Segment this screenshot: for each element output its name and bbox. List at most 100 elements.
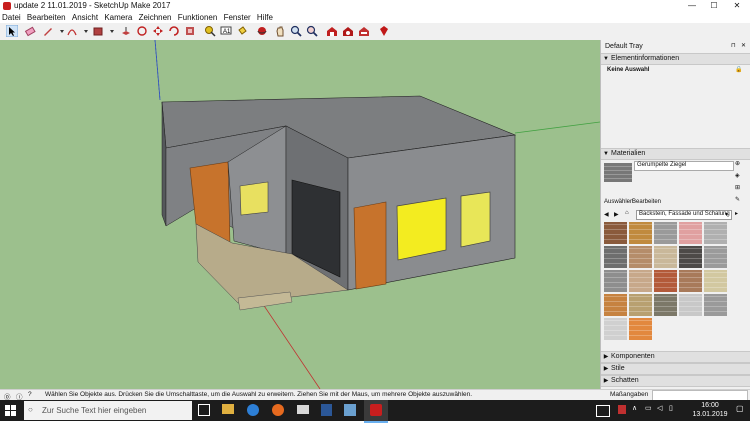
material-swatch[interactable]: [654, 222, 677, 244]
tray-close-icon[interactable]: ✕: [741, 42, 746, 49]
notifications-icon[interactable]: ▢: [736, 404, 744, 413]
material-swatch[interactable]: [654, 294, 677, 316]
rectangle-dropdown-icon[interactable]: [106, 25, 118, 37]
materials-header[interactable]: ▼ Materialien: [601, 148, 750, 160]
tab-auswaehlen[interactable]: Auswählen: [604, 199, 633, 205]
tape-measure-icon[interactable]: [204, 25, 216, 37]
material-swatch[interactable]: [604, 318, 627, 340]
windows-start-icon[interactable]: [5, 405, 16, 416]
zoom-icon[interactable]: [290, 25, 302, 37]
rectangle-icon[interactable]: [92, 25, 104, 37]
details-icon[interactable]: ▸: [735, 210, 738, 217]
material-swatch[interactable]: [679, 222, 702, 244]
menu-fenster[interactable]: Fenster: [222, 12, 253, 23]
material-swatch[interactable]: [604, 270, 627, 292]
pan-icon[interactable]: [274, 25, 286, 37]
rotate-icon[interactable]: [136, 25, 148, 37]
material-swatch[interactable]: [604, 246, 627, 268]
entity-info-pin-icon[interactable]: 🔒: [735, 66, 742, 73]
network-icon[interactable]: ▭: [645, 404, 652, 412]
layout-icon[interactable]: [358, 25, 370, 37]
material-swatch[interactable]: [654, 246, 677, 268]
photos-icon[interactable]: [344, 404, 356, 416]
edge-icon[interactable]: [247, 404, 259, 416]
tray-chevron-icon[interactable]: ∧: [632, 404, 637, 412]
material-swatch[interactable]: [704, 270, 727, 292]
zoom-extents-icon[interactable]: [306, 25, 318, 37]
extension-warehouse-icon[interactable]: [342, 25, 354, 37]
close-button[interactable]: ✕: [726, 0, 748, 12]
front-window-large[interactable]: [396, 197, 447, 261]
menu-ansicht[interactable]: Ansicht: [70, 12, 100, 23]
battery-icon[interactable]: ▯: [669, 404, 673, 412]
material-swatch[interactable]: [629, 318, 652, 340]
shadows-header[interactable]: ▶ Schatten: [601, 375, 750, 387]
taskbar-search-box[interactable]: ○ Zur Suche Text hier eingeben: [24, 401, 192, 420]
sketchup-taskbar-button[interactable]: [364, 400, 388, 423]
maximize-button[interactable]: ☐: [703, 0, 725, 12]
pencil-icon[interactable]: [42, 25, 54, 37]
keyboard-icon[interactable]: [596, 405, 610, 417]
material-swatch[interactable]: [604, 222, 627, 244]
material-swatch[interactable]: [629, 246, 652, 268]
material-swatch[interactable]: [704, 294, 727, 316]
entity-info-header[interactable]: ▼ Elementinformationen: [601, 53, 750, 65]
drawing-viewport[interactable]: [0, 40, 600, 389]
text-icon[interactable]: A1: [220, 25, 232, 37]
material-swatch[interactable]: [604, 294, 627, 316]
arc-dropdown-icon[interactable]: [80, 25, 92, 37]
minimize-button[interactable]: —: [681, 0, 703, 12]
paint-material-icon[interactable]: ⊞: [735, 184, 740, 191]
material-swatch[interactable]: [679, 246, 702, 268]
material-swatch[interactable]: [629, 294, 652, 316]
word-icon[interactable]: [321, 404, 332, 416]
paint-bucket-icon[interactable]: [236, 25, 248, 37]
menu-kamera[interactable]: Kamera: [102, 12, 134, 23]
material-swatch[interactable]: [704, 246, 727, 268]
material-swatch[interactable]: [704, 222, 727, 244]
instructor-icon[interactable]: ?: [28, 391, 32, 398]
material-swatch[interactable]: [629, 222, 652, 244]
collection-dropdown-icon[interactable]: ▾: [725, 211, 728, 218]
move-icon[interactable]: [152, 25, 164, 37]
components-header[interactable]: ▶ Komponenten: [601, 351, 750, 363]
ruby-icon[interactable]: [378, 25, 390, 37]
styles-header[interactable]: ▶ Stile: [601, 363, 750, 375]
forward-icon[interactable]: ▶: [614, 211, 619, 218]
mail-icon[interactable]: [297, 405, 309, 414]
file-explorer-icon[interactable]: [222, 404, 234, 414]
default-material-icon[interactable]: ◈: [735, 172, 740, 179]
menu-funktionen[interactable]: Funktionen: [176, 12, 220, 23]
material-swatch[interactable]: [629, 270, 652, 292]
firefox-icon[interactable]: [272, 404, 284, 416]
menu-datei[interactable]: Datei: [0, 12, 23, 23]
offset-icon[interactable]: [184, 25, 196, 37]
task-view-icon[interactable]: [198, 404, 210, 416]
menu-zeichnen[interactable]: Zeichnen: [137, 12, 174, 23]
select-icon[interactable]: [6, 25, 18, 37]
home-icon[interactable]: ⌂: [625, 210, 629, 216]
sample-paint-icon[interactable]: ✎: [735, 196, 740, 203]
tray-app-icon[interactable]: [618, 405, 626, 414]
create-material-icon[interactable]: ⊕: [735, 160, 740, 167]
courtyard-window[interactable]: [239, 181, 269, 216]
clock-time[interactable]: 16:00: [690, 402, 730, 409]
back-icon[interactable]: ◀: [604, 211, 609, 218]
material-name-field[interactable]: Gerumpelte Ziegel: [634, 161, 734, 171]
warehouse-icon[interactable]: [326, 25, 338, 37]
material-swatch[interactable]: [679, 294, 702, 316]
tab-bearbeiten[interactable]: Bearbeiten: [632, 199, 661, 205]
front-window-small[interactable]: [460, 191, 491, 248]
front-door[interactable]: [353, 201, 387, 290]
tray-pin-icon[interactable]: ⊓: [731, 42, 736, 49]
clock-date[interactable]: 13.01.2019: [690, 411, 730, 418]
eraser-icon[interactable]: [24, 25, 36, 37]
menu-hilfe[interactable]: Hilfe: [255, 12, 275, 23]
arc-icon[interactable]: [66, 25, 78, 37]
material-swatch[interactable]: [654, 270, 677, 292]
push-pull-icon[interactable]: [120, 25, 132, 37]
follow-me-icon[interactable]: [168, 25, 180, 37]
menu-bearbeiten[interactable]: Bearbeiten: [25, 12, 68, 23]
scene-canvas[interactable]: [0, 40, 600, 389]
material-swatch[interactable]: [679, 270, 702, 292]
